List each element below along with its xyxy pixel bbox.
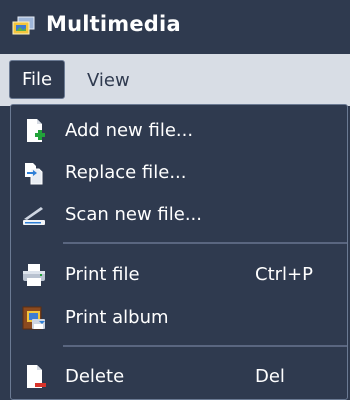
multimedia-app-icon — [12, 16, 36, 36]
title-bar: Multimedia — [0, 0, 350, 54]
shortcut-label: Ctrl+P — [255, 264, 313, 285]
menu-item-print-album[interactable]: Print album — [11, 298, 347, 338]
menu-item-label: Scan new file... — [65, 204, 202, 225]
menu-item-label: Delete — [65, 366, 125, 387]
menu-separator — [63, 242, 347, 244]
file-menu-dropdown: Add new file... Replace file... Scan new… — [10, 104, 348, 400]
menu-view[interactable]: View — [87, 70, 130, 91]
menu-item-replace-file[interactable]: Replace file... — [11, 153, 347, 193]
menu-item-delete[interactable]: Delete Del — [11, 357, 347, 397]
add-file-icon — [21, 117, 47, 145]
printer-icon — [21, 261, 47, 289]
scanner-icon — [21, 201, 47, 229]
menu-item-scan-new-file[interactable]: Scan new file... — [11, 195, 347, 235]
print-album-icon — [21, 304, 47, 332]
menu-item-label: Print album — [65, 307, 169, 328]
menu-item-label: Add new file... — [65, 120, 194, 141]
menu-item-print-file[interactable]: Print file Ctrl+P — [11, 255, 347, 295]
menu-item-label: Print file — [65, 264, 140, 285]
menu-file[interactable]: File — [9, 60, 65, 99]
delete-file-icon — [21, 363, 47, 391]
shortcut-label: Del — [255, 366, 285, 387]
menu-item-label: Replace file... — [65, 162, 187, 183]
window-title: Multimedia — [46, 12, 181, 36]
menu-bar: File View — [0, 54, 350, 106]
replace-file-icon — [21, 159, 47, 187]
menu-separator — [63, 345, 347, 347]
menu-item-add-new-file[interactable]: Add new file... — [11, 111, 347, 151]
